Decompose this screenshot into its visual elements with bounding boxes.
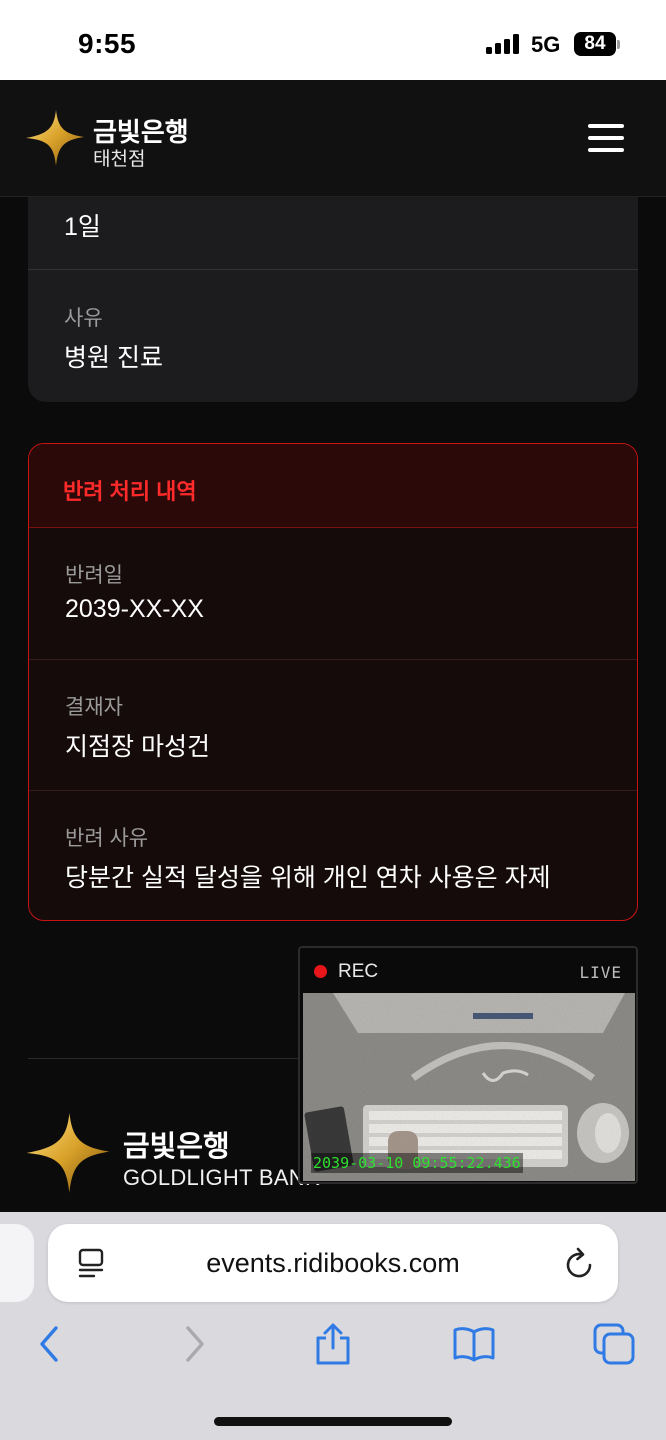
card-divider [29,659,637,660]
address-bar[interactable]: events.ridibooks.com [48,1224,618,1302]
status-bar: 9:55 5G 84 [0,0,666,80]
cellular-signal-icon [486,34,520,54]
previous-tab-preview[interactable] [0,1224,34,1302]
card-divider [28,269,638,270]
rejection-history-card: 반려 처리 내역 반려일 2039-XX-XX 결재자 지점장 마성건 반려 사… [28,443,638,921]
footer-logo-icon [26,1113,110,1193]
camera-feed-image: 2039-03-10 09:55:22.436 [303,993,635,1181]
status-time: 9:55 [78,28,137,59]
battery-tip [617,40,620,49]
header-branch-name: 태천점 [93,149,146,170]
network-type: 5G [531,32,561,57]
reason-value: 병원 진료 [64,344,163,372]
rejection-card-header: 반려 처리 내역 [29,444,637,528]
approver-label: 결재자 [65,696,123,719]
share-icon[interactable] [311,1322,355,1366]
forward-icon[interactable] [172,1322,216,1366]
reject-date-value: 2039-XX-XX [65,595,204,623]
duration-value: 1일 [64,213,101,241]
brand-logo-icon[interactable] [26,110,84,166]
rec-label: REC [338,961,379,982]
home-indicator[interactable] [214,1417,452,1426]
approver-value: 지점장 마성건 [65,733,210,761]
url-text[interactable]: events.ridibooks.com [48,1248,618,1279]
safari-toolbar: events.ridibooks.com [0,1212,666,1440]
leave-details-card: 1일 사유 병원 진료 [28,197,638,402]
recording-timestamp: 2039-03-10 09:55:22.436 [311,1153,523,1173]
footer-brand-name: 금빛은행 [123,1131,230,1163]
hamburger-menu-icon[interactable] [586,122,626,154]
app-header: 금빛은행 태천점 [0,80,666,197]
card-divider [29,790,637,791]
recording-dot-icon [314,965,327,978]
reject-reason-label: 반려 사유 [65,827,149,850]
reject-date-label: 반려일 [65,564,123,587]
reload-icon[interactable] [564,1246,596,1280]
reason-label: 사유 [64,307,103,330]
battery-icon: 84 [574,32,616,56]
bookmarks-icon[interactable] [452,1322,496,1366]
live-camera-overlay: REC LIVE 2039-03-10 09:55:22.436 [298,946,638,1184]
footer-brand-english: GOLDLIGHT BANK [123,1165,320,1190]
back-icon[interactable] [28,1322,72,1366]
rejection-card-title: 반려 처리 내역 [63,479,197,504]
reject-reason-value: 당분간 실적 달성을 위해 개인 연차 사용은 자제 [65,864,551,892]
tabs-icon[interactable] [592,1322,636,1366]
live-label: LIVE [579,963,622,982]
